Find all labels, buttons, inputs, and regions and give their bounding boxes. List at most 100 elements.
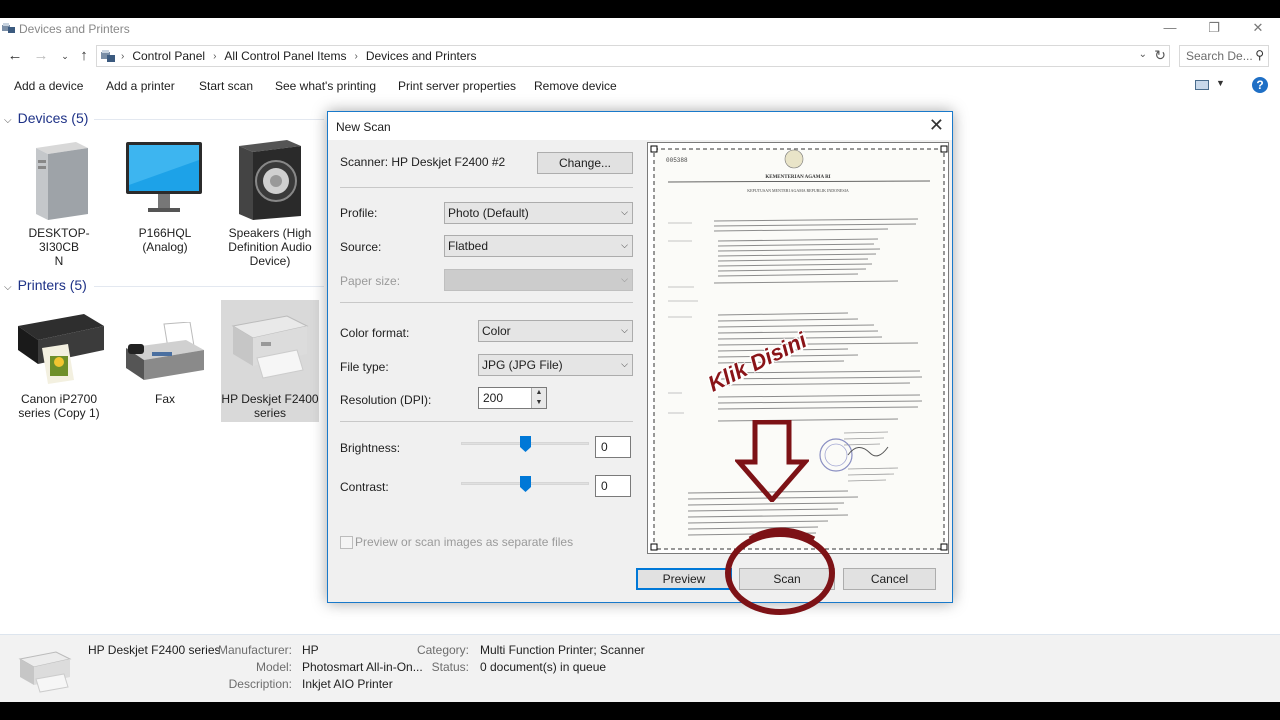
collapse-chevron-icon: ⌵ <box>4 282 12 293</box>
down-arrow-annotation-icon <box>735 420 809 502</box>
contrast-label: Contrast: <box>340 480 389 494</box>
address-field[interactable]: › Control Panel › All Control Panel Item… <box>96 45 1170 67</box>
printer-label: series <box>253 406 286 420</box>
printer-item-canon[interactable]: Canon iP2700 series (Copy 1) <box>10 300 108 424</box>
printer-item-fax[interactable]: Fax <box>116 300 214 424</box>
devices-group-divider <box>94 119 324 120</box>
dialog-title-bar: New Scan ✕ <box>328 112 952 140</box>
breadcrumb-separator-icon: › <box>121 50 125 62</box>
device-item-speakers[interactable]: Speakers (High Definition Audio Device) <box>221 136 319 286</box>
all-in-one-printer-icon <box>231 315 309 379</box>
breadcrumb-separator-icon[interactable]: › <box>354 51 357 62</box>
printer-label: Canon iP2700 <box>20 392 98 406</box>
printers-group-header[interactable]: ⌵ Printers (5) <box>4 277 87 293</box>
device-label: Device) <box>249 254 291 268</box>
model-label: Model: <box>255 660 292 674</box>
emblem-icon <box>784 149 804 169</box>
fax-icon <box>126 322 204 380</box>
printer-label: series (Copy 1) <box>18 406 100 420</box>
collapse-chevron-icon: ⌵ <box>4 115 12 126</box>
selected-printer-thumbnail-icon <box>18 651 72 693</box>
close-icon[interactable]: ✕ <box>929 115 944 136</box>
separate-files-checkbox[interactable] <box>340 536 353 549</box>
speaker-icon <box>239 140 301 220</box>
breadcrumb-all-items[interactable]: All Control Panel Items <box>224 49 346 63</box>
device-label: DESKTOP-3I30CB <box>28 226 90 254</box>
profile-value: Photo (Default) <box>448 206 529 220</box>
color-format-label: Color format: <box>340 326 410 340</box>
document-heading: KEPUTUSAN MENTERI AGAMA REPUBLIK INDONES… <box>747 188 849 193</box>
start-scan-button[interactable]: Start scan <box>199 79 253 93</box>
resolution-label: Resolution (DPI): <box>340 393 432 407</box>
printer-label: HP Deskjet F2400 <box>221 392 319 406</box>
forward-arrow-icon[interactable]: → <box>32 46 50 66</box>
brightness-label: Brightness: <box>340 441 401 455</box>
maximize-button[interactable]: ❐ <box>1192 18 1236 40</box>
devices-printers-app-icon <box>2 23 15 33</box>
breadcrumb-separator-icon[interactable]: › <box>213 51 216 62</box>
file-type-value: JPG (JPG File) <box>482 358 563 372</box>
printer-item-hp-deskjet[interactable]: HP Deskjet F2400 series <box>221 300 319 422</box>
chevron-down-icon: ⌵ <box>621 274 628 284</box>
file-type-select[interactable]: JPG (JPG File) ⌵ <box>478 354 633 376</box>
refresh-icon[interactable]: ↻ <box>1154 47 1166 64</box>
resolution-value: 200 <box>483 391 504 405</box>
up-arrow-icon[interactable]: ↑ <box>75 46 93 66</box>
devices-group-header[interactable]: ⌵ Devices (5) <box>4 110 88 126</box>
breadcrumb-devices-printers[interactable]: Devices and Printers <box>366 49 477 63</box>
device-label: Speakers (High <box>228 226 312 240</box>
cancel-button[interactable]: Cancel <box>843 568 936 590</box>
search-placeholder: Search De... <box>1186 49 1253 63</box>
address-dropdown-icon[interactable]: ⌄ <box>1139 49 1147 60</box>
spin-down-icon[interactable]: ▼ <box>532 398 546 408</box>
add-printer-button[interactable]: Add a printer <box>106 79 175 93</box>
contrast-slider-thumb[interactable] <box>520 476 531 492</box>
add-device-button[interactable]: Add a device <box>14 79 83 93</box>
brightness-input[interactable]: 0 <box>595 436 631 458</box>
print-server-properties-button[interactable]: Print server properties <box>398 79 516 93</box>
document-number: 005388 <box>666 157 688 164</box>
description-value: Inkjet AIO Printer <box>302 677 393 691</box>
change-scanner-button[interactable]: Change... <box>537 152 633 174</box>
back-arrow-icon[interactable]: ← <box>6 46 24 66</box>
device-item-monitor[interactable]: P166HQL (Analog) <box>116 136 214 266</box>
source-label: Source: <box>340 240 382 254</box>
preview-button[interactable]: Preview <box>636 568 732 590</box>
remove-device-button[interactable]: Remove device <box>534 79 617 93</box>
see-whats-printing-button[interactable]: See what's printing <box>275 79 376 93</box>
brightness-slider-thumb[interactable] <box>520 436 531 452</box>
status-label: Status: <box>431 660 469 674</box>
view-dropdown-icon[interactable]: ▼ <box>1216 78 1225 88</box>
category-label: Category: <box>416 643 469 657</box>
spin-up-icon[interactable]: ▲ <box>532 388 546 398</box>
resolution-spinner[interactable]: 200 ▲ ▼ <box>478 387 547 409</box>
source-value: Flatbed <box>448 239 489 253</box>
divider <box>340 421 633 422</box>
manufacturer-value: HP <box>302 643 319 657</box>
device-label: Definition Audio <box>228 240 312 254</box>
color-format-select[interactable]: Color ⌵ <box>478 320 633 342</box>
color-format-value: Color <box>482 324 511 338</box>
device-item-desktop[interactable]: DESKTOP-3I30CB N <box>10 136 108 268</box>
breadcrumb-control-panel[interactable]: Control Panel <box>132 49 205 63</box>
spinner-arrows[interactable]: ▲ ▼ <box>531 388 546 408</box>
breadcrumb: › Control Panel › All Control Panel Item… <box>121 49 477 63</box>
change-view-icon[interactable] <box>1195 80 1209 90</box>
close-window-button[interactable]: ✕ <box>1236 18 1280 40</box>
printers-group-title: Printers (5) <box>17 277 87 293</box>
minimize-button[interactable]: — <box>1148 18 1192 40</box>
new-scan-dialog: New Scan ✕ Scanner: HP Deskjet F2400 #2 … <box>327 111 953 603</box>
help-icon[interactable]: ? <box>1252 77 1268 93</box>
title-bar: Devices and Printers — ❐ ✕ <box>0 18 1280 40</box>
description-label: Description: <box>228 677 292 691</box>
contrast-input[interactable]: 0 <box>595 475 631 497</box>
source-select[interactable]: Flatbed ⌵ <box>444 235 633 257</box>
paper-size-label: Paper size: <box>340 274 401 288</box>
printer-icon <box>18 314 104 384</box>
window-title: Devices and Printers <box>19 22 130 36</box>
recent-locations-chevron-icon[interactable]: ⌄ <box>56 46 74 66</box>
control-panel-icon <box>101 50 115 62</box>
search-input[interactable]: Search De... ⚲ <box>1179 45 1269 67</box>
address-bar: ← → ⌄ ↑ › Control Panel › All Control Pa… <box>0 44 1280 68</box>
profile-select[interactable]: Photo (Default) ⌵ <box>444 202 633 224</box>
